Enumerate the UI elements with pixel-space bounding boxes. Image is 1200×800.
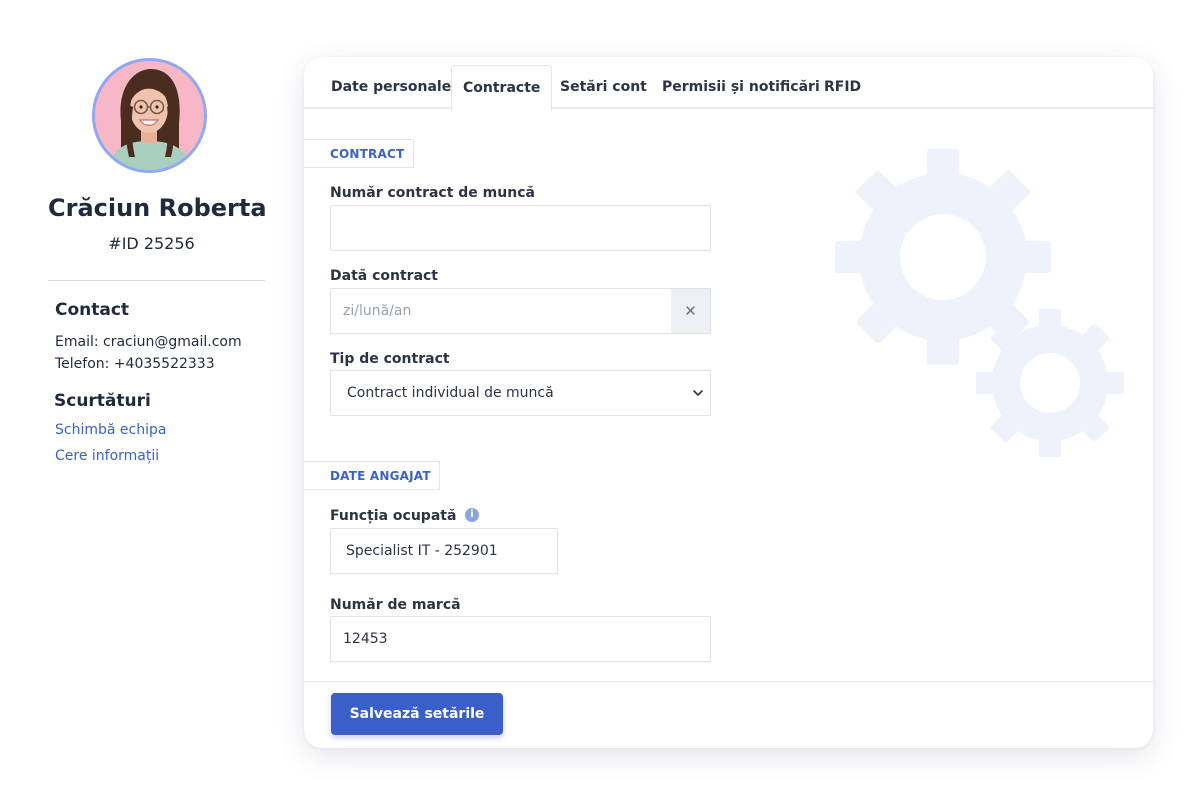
clear-date-button[interactable]: ✕: [671, 288, 711, 334]
profile-divider: [48, 280, 265, 281]
contract-date-input[interactable]: zi/lună/an: [330, 288, 672, 334]
tab-bar: Date personale Contracte Setări cont Per…: [304, 57, 1153, 111]
gears-illustration: [835, 149, 1124, 457]
contract-type-label: Tip de contract: [330, 351, 450, 367]
tab-contracte[interactable]: Contracte: [451, 65, 553, 111]
footer-divider: [304, 681, 1153, 682]
section-contract-label: CONTRACT: [304, 139, 414, 168]
settings-card: Date personale Contracte Setări cont Per…: [304, 57, 1153, 748]
contact-title: Contact: [55, 300, 130, 320]
close-icon: ✕: [684, 302, 697, 320]
contact-phone: Telefon: +4035522333: [55, 356, 215, 372]
section-employee-label: DATE ANGAJAT: [304, 461, 440, 490]
profile-name: Crăciun Roberta: [48, 194, 267, 222]
tab-date-personale[interactable]: Date personale: [331, 65, 451, 109]
contract-number-input[interactable]: [330, 205, 711, 251]
contract-date-label: Dată contract: [330, 268, 439, 284]
shortcut-request-info-link[interactable]: Cere informații: [55, 448, 159, 464]
function-label: Funcția ocupată: [330, 508, 457, 524]
tab-setari-cont[interactable]: Setări cont: [560, 65, 647, 109]
shortcuts-title: Scurtături: [54, 391, 151, 411]
profile-id: #ID 25256: [108, 234, 195, 253]
badge-number-input[interactable]: 12453: [330, 616, 711, 662]
tab-permisii-notificari[interactable]: Permisii și notificări: [662, 65, 820, 109]
contact-email: Email: craciun@gmail.com: [55, 334, 242, 350]
badge-number-label: Număr de marcă: [330, 597, 461, 613]
save-settings-button[interactable]: Salvează setările: [331, 693, 503, 735]
avatar: [92, 58, 207, 173]
chevron-down-icon: [693, 390, 703, 396]
contract-type-value: Contract individual de muncă: [347, 385, 554, 401]
contract-type-select[interactable]: Contract individual de muncă: [330, 370, 711, 416]
info-icon[interactable]: i: [465, 508, 479, 522]
avatar-image: [95, 61, 204, 170]
function-input[interactable]: Specialist IT - 252901: [330, 528, 558, 574]
contract-number-label: Număr contract de muncă: [330, 185, 535, 201]
tab-rfid[interactable]: RFID: [824, 65, 861, 109]
shortcut-change-team-link[interactable]: Schimbă echipa: [55, 422, 166, 438]
